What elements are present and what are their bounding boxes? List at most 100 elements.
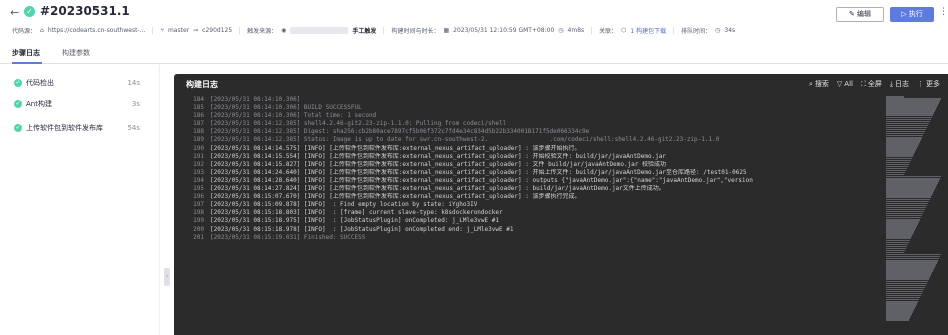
line-number: 190	[193, 144, 204, 152]
log-line: 199 [2023/05/31 08:15:18.975] [INFO] : [J…	[174, 217, 874, 225]
line-number: 197	[193, 201, 204, 209]
step-duration: 14s	[127, 79, 140, 87]
log-download-tool[interactable]: ⤓ 日志	[890, 79, 909, 89]
step-item[interactable]: ✓ 代码检出 14s	[14, 76, 154, 90]
trigger-value: 手工触发	[352, 28, 377, 35]
line-text: [2023/05/31 08:15:18.978] [INFO] : [JobS…	[210, 225, 514, 233]
more-tool[interactable]: ⋮ 更多	[917, 79, 940, 89]
fullscreen-icon: ⛶	[860, 79, 866, 88]
repo-label: 代码源：	[12, 28, 37, 35]
back-arrow-icon[interactable]: ←	[10, 6, 19, 19]
search-label: 搜索	[814, 80, 829, 88]
step-duration: 3s	[131, 100, 140, 108]
console-header: 构建日志 ⌕ 搜索 ▽ All ⛶ 全屏 ⤓ 日志 ⋮ 更多	[174, 74, 948, 94]
repo-url[interactable]: https://codearts.cn-southwest-...	[48, 27, 146, 34]
line-text: [2023/05/31 08:14:10.306] BUILD SUCCESSF…	[210, 104, 362, 112]
line-number: 199	[193, 217, 204, 225]
package-download-link[interactable]: 1 构建包下载	[630, 26, 666, 35]
line-text: [2023/05/31 08:15:19.031] Finished: SUCC…	[210, 233, 366, 241]
log-output[interactable]: 184 [2023/05/31 08:14:10.306] 185 [2023/05/…	[174, 96, 874, 335]
search-tool[interactable]: ⌕ 搜索	[809, 79, 829, 89]
clock-icon: ◷	[715, 27, 721, 34]
divider	[673, 27, 675, 34]
tab-bar: 步骤日志 构建参数	[0, 44, 948, 64]
line-text: [2023/05/31 08:14:15.554] [INFO] [上传软件包到…	[210, 152, 667, 160]
trigger-label: 触发来源：	[247, 28, 278, 35]
log-line: 196 [2023/05/31 08:15:07.670] [INFO] [上传软…	[174, 193, 874, 201]
log-line: 187 [2023/05/31 08:14:12.385] shell4.2.46…	[174, 120, 874, 128]
user-avatar-icon: ◉	[281, 27, 287, 34]
line-number: 189	[193, 136, 204, 144]
line-text: [2023/05/31 08:14:28.640] [INFO] [上传软件包到…	[210, 176, 753, 184]
assoc-label: 关联：	[599, 28, 618, 35]
more-label: 更多	[926, 80, 940, 88]
line-text: [2023/05/31 08:15:07.670] [INFO] [上传软件包到…	[210, 193, 581, 201]
fullscreen-tool[interactable]: ⛶ 全屏	[861, 79, 882, 89]
success-check-icon: ✓	[14, 79, 22, 87]
filter-tool[interactable]: ▽ All	[837, 79, 853, 89]
log-line: 191 [2023/05/31 08:14:15.554] [INFO] [上传软…	[174, 153, 874, 161]
package-icon: ⬡	[621, 27, 627, 34]
line-number: 187	[193, 120, 204, 128]
log-label: 日志	[895, 80, 909, 88]
line-number: 193	[193, 168, 204, 176]
step-duration: 54s	[127, 124, 140, 132]
line-text: [2023/05/31 08:14:12.385] Digest: sha256…	[210, 128, 590, 136]
log-line: 190 [2023/05/31 08:14:14.575] [INFO] [上传软…	[174, 145, 874, 153]
line-text: [2023/05/31 08:14:14.575] [INFO] [上传软件包到…	[210, 144, 581, 152]
line-text: [2023/05/31 08:15:18.803] [INFO] : [fram…	[210, 209, 503, 217]
console-toolbar: ⌕ 搜索 ▽ All ⛶ 全屏 ⤓ 日志 ⋮ 更多	[809, 79, 940, 89]
step-list: ✓ 代码检出 14s ✓ Ant构建 3s ✓ 上传软件包到软件发布库 54s	[0, 65, 160, 335]
pipeline-header: ← ✓ #20230531.1 ✎ 编辑 ▷ 执行 ⋮ 代码源： ⌂ https…	[0, 0, 948, 44]
step-item[interactable]: ✓ 上传软件包到软件发布库 54s	[14, 121, 154, 135]
line-number: 194	[193, 176, 204, 184]
branch-icon: ⑂	[160, 27, 164, 34]
console-title: 构建日志	[186, 80, 218, 89]
log-line: 184 [2023/05/31 08:14:10.306]	[174, 96, 874, 104]
time-value: 2023/05/31 12:10:59 GMT+08:00	[453, 27, 555, 34]
log-line: 186 [2023/05/31 08:14:10.306] Total time:…	[174, 112, 874, 120]
step-name: 上传软件包到软件发布库	[26, 124, 103, 132]
log-line: 189 [2023/05/31 08:14:12.385] Status: Ima…	[174, 136, 874, 144]
run-button[interactable]: ▷ 执行	[890, 7, 934, 22]
line-number: 201	[193, 233, 204, 241]
line-text: [2023/05/31 08:14:24.640] [INFO] [上传软件包到…	[210, 168, 747, 176]
success-check-icon: ✓	[24, 6, 35, 17]
log-line: 195 [2023/05/31 08:14:27.824] [INFO] [上传软…	[174, 185, 874, 193]
line-number: 200	[193, 225, 204, 233]
commit-icon: ⊸	[193, 27, 199, 34]
log-line: 188 [2023/05/31 08:14:12.385] Digest: sha…	[174, 128, 874, 136]
log-minimap[interactable]	[886, 96, 942, 326]
fullscreen-label: 全屏	[867, 80, 882, 88]
step-item[interactable]: ✓ Ant构建 3s	[14, 97, 154, 111]
filter-label: All	[844, 80, 853, 88]
search-icon: ⌕	[808, 79, 813, 88]
branch-name: master	[167, 27, 190, 34]
build-meta-bar: 代码源： ⌂ https://codearts.cn-southwest-...…	[12, 26, 735, 35]
log-line: 197 [2023/05/31 08:15:09.878] [INFO] : Fi…	[174, 201, 874, 209]
more-vertical-icon[interactable]: ⋮	[939, 7, 948, 17]
edit-button[interactable]: ✎ 编辑	[836, 7, 884, 22]
collapse-sidebar-handle[interactable]: ‹	[164, 268, 170, 286]
line-number: 191	[193, 152, 204, 160]
divider	[591, 27, 593, 34]
commit-id[interactable]: c290d125	[202, 27, 232, 34]
tab-step-logs[interactable]: 步骤日志	[12, 48, 40, 58]
duration-value: 4m8s	[567, 27, 585, 34]
clock-icon: ◷	[558, 27, 564, 34]
line-number: 196	[193, 193, 204, 201]
minimap-row	[886, 319, 909, 321]
tab-build-params[interactable]: 构建参数	[62, 48, 90, 58]
line-text: [2023/05/31 08:15:09.878] [INFO] : Find …	[210, 201, 478, 209]
log-line: 185 [2023/05/31 08:14:10.306] BUILD SUCCE…	[174, 104, 874, 112]
line-number: 195	[193, 185, 204, 193]
filter-icon: ▽	[836, 80, 843, 88]
line-number: 186	[193, 112, 204, 120]
line-text: [2023/05/31 08:14:12.385] Status: Image …	[210, 136, 720, 144]
more-vertical-icon: ⋮	[917, 80, 924, 88]
log-line: 198 [2023/05/31 08:15:18.803] [INFO] : [f…	[174, 209, 874, 217]
redacted-user	[290, 27, 349, 34]
divider	[152, 27, 154, 34]
log-line: 200 [2023/05/31 08:15:18.978] [INFO] : [J…	[174, 226, 874, 234]
download-icon: ⤓	[889, 79, 893, 88]
